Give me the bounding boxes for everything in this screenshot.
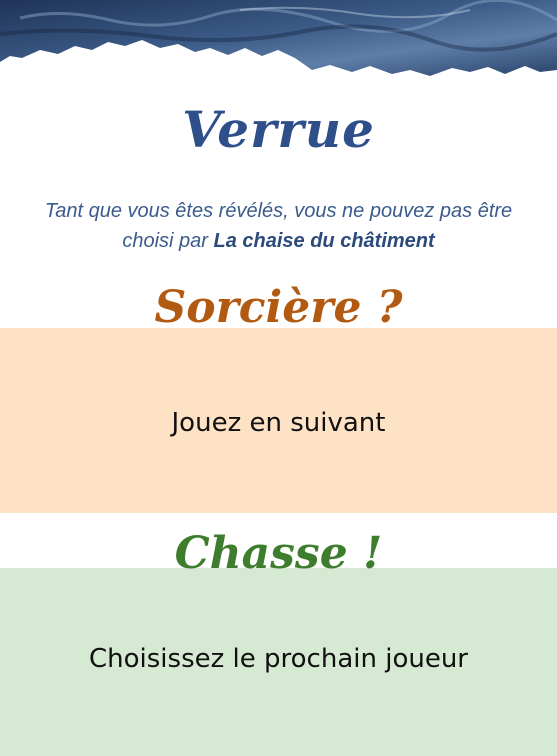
- card-title: Verrue: [182, 100, 375, 159]
- witch-section-title: Sorcière ?: [154, 282, 403, 333]
- description-bold-card-name: La chaise du châtiment: [213, 230, 435, 252]
- hunt-section-title: Chasse !: [174, 528, 383, 579]
- header-torn-paper-art: [0, 0, 557, 76]
- witch-action-text: Jouez en suivant: [171, 408, 386, 438]
- hunt-action-text: Choisissez le prochain joueur: [89, 644, 468, 674]
- card-description: Tant que vous êtes révélés, vous ne pouv…: [30, 196, 527, 256]
- role-card: Verrue Tant que vous êtes révélés, vous …: [0, 0, 557, 756]
